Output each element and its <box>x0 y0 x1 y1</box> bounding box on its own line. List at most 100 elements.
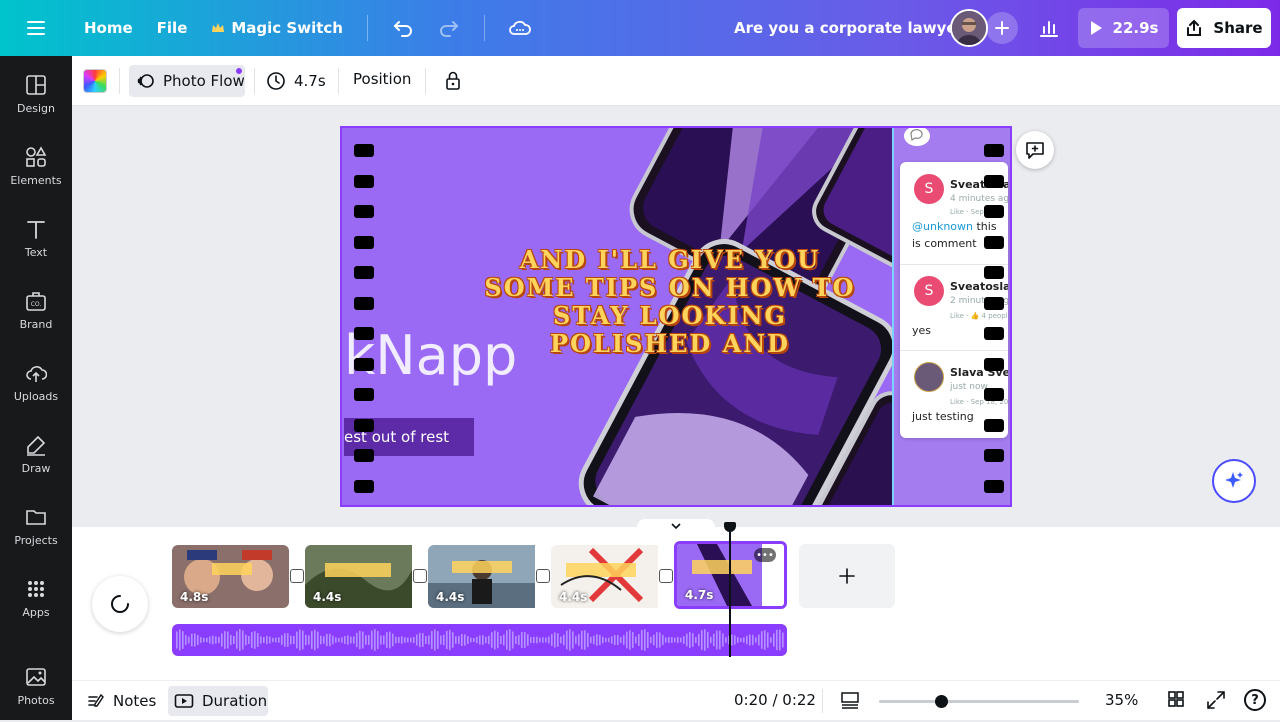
waveform-bar <box>653 634 655 646</box>
notes-button[interactable]: Notes <box>87 687 156 715</box>
waveform-bar <box>194 633 196 647</box>
audio-track[interactable] <box>172 624 787 656</box>
waveform-bar <box>455 636 457 644</box>
help-icon[interactable]: ? <box>1244 689 1266 711</box>
waveform-bar <box>644 629 646 651</box>
more-options-icon[interactable]: ••• <box>754 548 776 562</box>
analytics-icon[interactable] <box>1030 10 1068 46</box>
rail-item-elements[interactable]: Elements <box>0 138 72 202</box>
rail-label: Elements <box>10 174 62 187</box>
timeline-clip[interactable]: 4.4s <box>305 545 422 608</box>
avatar[interactable] <box>950 9 988 47</box>
film-perforation <box>354 235 374 249</box>
rail-item-photos[interactable]: Photos <box>0 658 72 722</box>
transition-icon[interactable] <box>290 569 304 583</box>
waveform-bar <box>230 634 232 646</box>
cloud-save-icon[interactable] <box>502 10 538 46</box>
waveform-bar <box>437 631 439 649</box>
waveform-bar <box>425 636 427 644</box>
undo-icon[interactable] <box>385 10 421 46</box>
zoom-slider[interactable] <box>879 695 1079 708</box>
waveform-bar <box>350 636 352 644</box>
waveform-bar <box>347 635 349 645</box>
headline-text[interactable]: AND I'LL GIVE YOU SOME TIPS ON HOW TO ST… <box>472 246 868 358</box>
grid-view-icon[interactable] <box>1167 690 1185 712</box>
waveform-bar <box>362 631 364 649</box>
waveform-bar <box>272 637 274 643</box>
zoom-slider-handle[interactable] <box>935 695 948 708</box>
duration-button[interactable]: Duration <box>168 686 268 716</box>
rail-item-projects[interactable]: Projects <box>0 498 72 562</box>
share-icon <box>1187 19 1202 36</box>
rail-item-uploads[interactable]: Uploads <box>0 354 72 418</box>
transition-icon[interactable] <box>413 569 427 583</box>
fullscreen-icon[interactable] <box>1206 690 1226 714</box>
add-page-button[interactable] <box>799 544 895 608</box>
timeline-clip[interactable]: 4.4s <box>428 545 545 608</box>
waveform-bar <box>503 634 505 646</box>
file-menu[interactable]: File <box>145 10 200 46</box>
divider <box>338 68 339 94</box>
rail-item-design[interactable]: Design <box>0 66 72 130</box>
waveform-bar <box>506 630 508 650</box>
waveform-bar <box>176 631 178 649</box>
waveform-bar <box>224 631 226 649</box>
waveform-bar <box>551 634 553 646</box>
rail-item-brand[interactable]: CO. Brand <box>0 282 72 346</box>
rail-label: Uploads <box>13 390 59 403</box>
home-link[interactable]: Home <box>72 10 145 46</box>
waveform-bar <box>299 629 301 651</box>
menu-icon[interactable] <box>0 0 72 56</box>
color-picker-button[interactable] <box>83 69 107 93</box>
waveform-bar <box>356 632 358 648</box>
timing-button[interactable]: 4.7s <box>266 65 326 97</box>
film-perforation <box>354 327 374 340</box>
waveform-bar <box>308 635 310 645</box>
collapse-timeline-button[interactable] <box>637 519 715 533</box>
share-button[interactable]: Share <box>1177 8 1271 48</box>
timeline-clip[interactable]: 4.8s <box>172 545 289 608</box>
design-title[interactable]: Are you a corporate lawyer? <box>734 19 973 37</box>
magic-assistant-button[interactable] <box>1212 459 1256 503</box>
rail-item-draw[interactable]: Draw <box>0 426 72 490</box>
redo-icon[interactable] <box>431 10 467 46</box>
design-canvas[interactable]: kNapp est out of rest AND I'LL GIVE YOU … <box>340 126 1012 507</box>
waveform-bar <box>704 629 706 651</box>
page-view-icon[interactable] <box>840 690 860 714</box>
waveform-bar <box>602 636 604 644</box>
waveform-bar <box>731 634 733 646</box>
magic-switch-button[interactable]: Magic Switch <box>199 10 355 46</box>
text-icon <box>27 221 45 239</box>
position-button[interactable]: Position <box>353 70 411 88</box>
playhead[interactable] <box>729 527 731 657</box>
timeline-clip[interactable]: 4.4s <box>551 545 668 608</box>
waveform-bar <box>701 630 703 650</box>
share-label: Share <box>1213 19 1263 37</box>
waveform-bar <box>590 636 592 644</box>
rail-item-text[interactable]: Text <box>0 210 72 274</box>
waveform-bar <box>680 637 682 643</box>
present-play-button[interactable]: 22.9s <box>1078 8 1169 48</box>
waveform-bar <box>533 636 535 644</box>
waveform-bar <box>512 631 514 649</box>
lock-icon[interactable] <box>440 68 466 94</box>
waveform-bar <box>620 637 622 643</box>
waveform-bar <box>584 630 586 650</box>
zoom-level[interactable]: 35% <box>1105 691 1138 709</box>
waveform-bar <box>656 632 658 648</box>
rail-item-apps[interactable]: Apps <box>0 570 72 634</box>
waveform-bar <box>491 632 493 648</box>
add-collaborator-button[interactable] <box>986 12 1018 44</box>
waveform-bar <box>713 633 715 647</box>
crown-icon <box>212 23 225 32</box>
rail-label: Design <box>17 102 55 115</box>
waveform-bar <box>716 630 718 650</box>
transition-icon[interactable] <box>536 569 550 583</box>
waveform-bar <box>767 632 769 648</box>
transition-icon[interactable] <box>659 569 673 583</box>
add-comment-button[interactable] <box>1016 131 1054 169</box>
photo-flow-button[interactable]: Photo Flow <box>129 65 245 97</box>
waveform-bar <box>374 629 376 651</box>
waveform-bar <box>305 634 307 646</box>
waveform-bar <box>542 637 544 643</box>
